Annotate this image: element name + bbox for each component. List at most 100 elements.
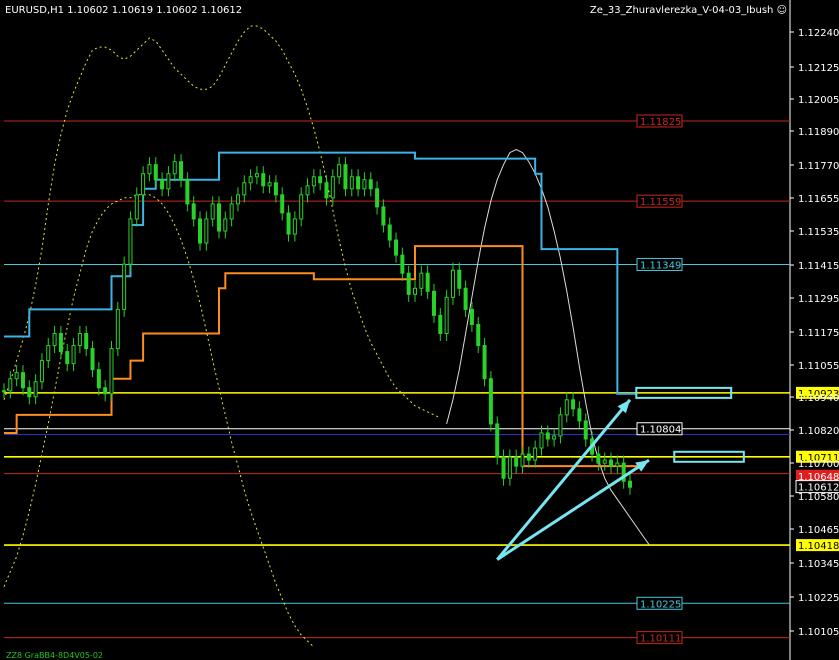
level-tag: 1.10804 (636, 422, 683, 436)
price-tick-label: 1.11295 (798, 294, 839, 305)
candle-body (286, 212, 291, 235)
candle-body (2, 390, 6, 393)
candle-body (65, 351, 70, 365)
candle-body (628, 480, 632, 488)
price-tick-label: 1.11770 (798, 161, 839, 172)
candle-body (514, 456, 519, 467)
candle-body (46, 345, 51, 362)
chart-window[interactable]: 1.11825 1.11559 1.11349 1.10923 1.10804 1.107… (0, 0, 839, 660)
symbol-ohlc-label: EURUSD,H1 1.10602 1.10619 1.10602 1.1061… (5, 5, 243, 16)
indicator-name-text: Ze_33_Zhuravlerezka_V-04-03_Ibush (589, 5, 774, 16)
candle-body (552, 435, 557, 440)
candle-body (153, 164, 158, 181)
candle-body (52, 332, 57, 347)
candle-body (318, 176, 323, 184)
candle-body (349, 176, 354, 190)
candles (2, 154, 632, 495)
candle-body (362, 179, 367, 190)
candle-body (330, 176, 335, 199)
candle-body (96, 369, 101, 389)
candle-body (248, 176, 253, 184)
candle-body (204, 218, 209, 244)
candle-body (438, 314, 443, 334)
candle-body (482, 345, 487, 380)
upper-yellow-band (3, 25, 441, 419)
white-band (446, 149, 650, 545)
footer-label: ZZ8 GraBB4-8D4V05-02 (6, 651, 103, 660)
price-tick-label: 1.12240 (798, 28, 839, 39)
price-tick-label: 1.10700 (798, 459, 839, 470)
trend-arrow (496, 398, 632, 561)
price-tick-label: 1.10820 (798, 426, 839, 437)
candle-body (198, 218, 203, 244)
candle-body (520, 453, 525, 467)
candle-body (128, 218, 133, 265)
candle-body (533, 447, 538, 461)
candle-body (413, 287, 418, 295)
candle-body (103, 387, 108, 395)
candle-body (463, 287, 468, 310)
candle-body (292, 218, 297, 235)
candle-body (488, 378, 493, 425)
candle-body (539, 432, 544, 449)
candle-body (280, 194, 285, 214)
candle-body (172, 161, 177, 175)
candle-body (27, 387, 32, 398)
candle-body (596, 453, 601, 464)
level-tag: 1.11825 (636, 114, 683, 128)
candle-body (469, 308, 474, 325)
level-tag: 1.10225 (636, 596, 683, 610)
candle-body (507, 456, 512, 479)
candle-body (571, 399, 576, 410)
candle-body (90, 348, 95, 371)
candle-body (457, 269, 462, 289)
candle-body (147, 164, 152, 175)
candle-body (229, 203, 234, 220)
candle-body (558, 414, 563, 437)
candle-body (577, 408, 582, 422)
level-tag-text: 1.11349 (640, 260, 681, 271)
candle-body (235, 194, 240, 205)
candle-body (450, 269, 455, 298)
level-tag: 1.11349 (636, 257, 683, 271)
price-tick-label: 1.10940 (798, 393, 839, 404)
candle-body (39, 360, 44, 383)
candle-body (8, 378, 13, 392)
candle-body (242, 182, 247, 196)
price-tick-label: 1.10465 (798, 525, 839, 536)
candle-body (406, 272, 411, 295)
candle-body (381, 206, 386, 226)
candle-body (375, 188, 380, 208)
candle-body (526, 453, 531, 461)
candle-body (185, 179, 190, 205)
candle-body (267, 182, 272, 187)
candle-body (299, 194, 304, 220)
level-tag-text: 1.10111 (640, 634, 681, 645)
level-tag-text: 1.11559 (640, 197, 681, 208)
candle-body (160, 179, 165, 190)
candle-body (343, 164, 348, 190)
price-tick-label: 1.12005 (798, 95, 839, 106)
candle-body (337, 164, 342, 178)
candle-body (583, 420, 588, 440)
candle-body (425, 272, 430, 292)
candle-body (273, 182, 278, 196)
candle-body (419, 272, 424, 289)
price-tick-label: 1.11175 (798, 328, 839, 339)
candle-body (305, 185, 310, 196)
candle-body (191, 203, 196, 220)
candle-body (311, 176, 316, 187)
level-tag-text: 1.10418 (798, 541, 839, 552)
indicator-name-label: Ze_33_Zhuravlerezka_V-04-03_Ibush ☺ (590, 5, 787, 16)
price-tick-label: 1.10105 (798, 627, 839, 638)
price-tick-label: 1.11655 (798, 194, 839, 205)
candle-body (602, 459, 607, 464)
price-chart[interactable]: 1.118251.115591.113491.109231.108041.107… (0, 0, 839, 660)
candle-body (564, 399, 569, 416)
candle-body (387, 224, 392, 241)
candle-body (115, 308, 120, 350)
candle-body (33, 381, 38, 398)
candle-body (179, 161, 184, 181)
candle-body (58, 332, 63, 353)
price-tick-label: 1.11890 (798, 127, 839, 138)
